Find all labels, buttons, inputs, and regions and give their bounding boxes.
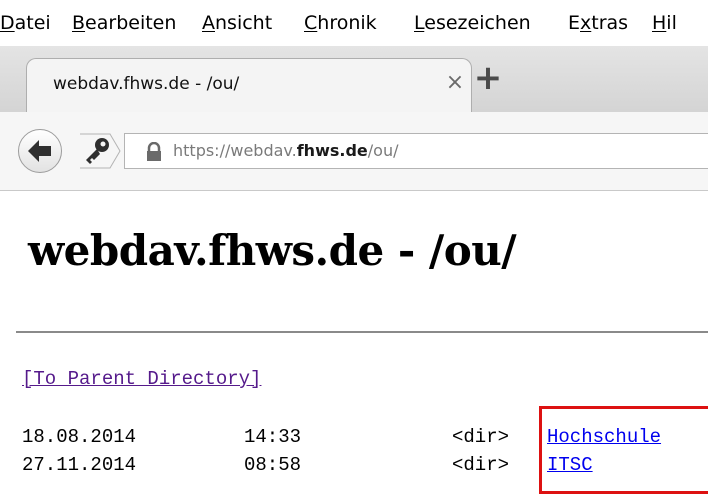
parent-directory-link[interactable]: [To Parent Directory] (22, 368, 261, 390)
tab-title: webdav.fhws.de - /ou/ (53, 74, 240, 94)
new-tab-button[interactable]: + (470, 60, 506, 96)
tab-webdav[interactable]: webdav.fhws.de - /ou/ × (26, 58, 472, 112)
close-tab-icon[interactable]: × (441, 69, 469, 97)
url-bar[interactable]: https://webdav.fhws.de/ou/ (124, 133, 708, 169)
site-identity-button[interactable] (78, 132, 122, 170)
menu-extras[interactable]: Extras (568, 12, 628, 34)
entry-time: 08:58 (244, 454, 302, 476)
menu-bar: Datei Bearbeiten Ansicht Chronik Lesezei… (0, 0, 708, 46)
entry-date: 27.11.2014 (22, 454, 137, 476)
page-title: webdav.fhws.de - /ou/ (28, 226, 517, 275)
tab-strip: webdav.fhws.de - /ou/ × + (0, 46, 708, 113)
back-arrow-icon (28, 140, 51, 162)
menu-hilfe[interactable]: Hil (652, 12, 677, 34)
horizontal-rule (16, 331, 708, 333)
key-icon (80, 133, 121, 169)
back-button[interactable] (18, 129, 62, 173)
entry-type: <dir> (452, 454, 510, 476)
menu-lesezeichen[interactable]: Lesezeichen (414, 12, 531, 34)
entry-type: <dir> (452, 426, 510, 448)
menu-chronik[interactable]: Chronik (304, 12, 377, 34)
navigation-bar: https://webdav.fhws.de/ou/ (0, 112, 708, 191)
menu-ansicht[interactable]: Ansicht (202, 12, 272, 34)
url-text: https://webdav.fhws.de/ou/ (173, 141, 399, 160)
menu-datei[interactable]: Datei (0, 12, 51, 34)
entry-time: 14:33 (244, 426, 302, 448)
menu-bearbeiten[interactable]: Bearbeiten (72, 12, 176, 34)
highlight-box (539, 406, 708, 494)
entry-date: 18.08.2014 (22, 426, 137, 448)
lock-icon (147, 142, 161, 161)
